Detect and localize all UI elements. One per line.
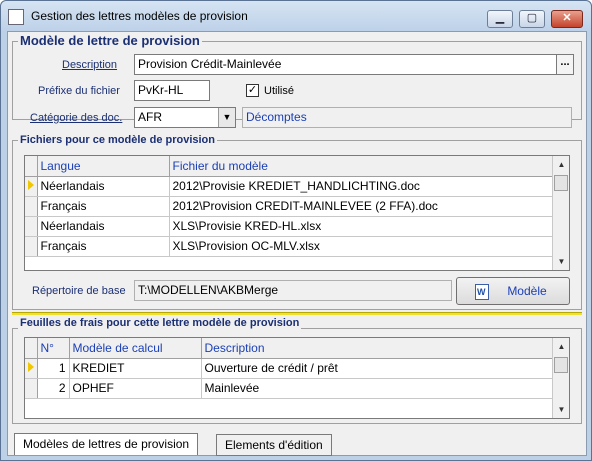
title-bar[interactable]: Gestion des lettres modèles de provision…: [1, 1, 591, 31]
scroll-thumb[interactable]: [554, 357, 568, 373]
column-header-language[interactable]: Langue: [37, 156, 170, 177]
word-document-icon: [475, 284, 489, 300]
model-button-label: Modèle: [507, 284, 547, 298]
table-row[interactable]: 1 KREDIET Ouverture de crédit / prêt: [25, 358, 553, 379]
model-button[interactable]: Modèle: [456, 277, 570, 305]
minimize-button[interactable]: ▁: [487, 10, 513, 28]
language-cell[interactable]: Français: [37, 236, 170, 257]
prefix-label: Préfixe du fichier: [38, 85, 120, 97]
base-dir-field: T:\MODELLEN\AKBMerge: [134, 280, 452, 301]
table-row[interactable]: 2 OPHEF Mainlevée: [25, 378, 553, 399]
column-header-calc-model[interactable]: Modèle de calcul: [69, 338, 202, 359]
description-cell[interactable]: Mainlevée: [201, 378, 553, 399]
window-title: Gestion des lettres modèles de provision: [31, 9, 248, 23]
prefix-field[interactable]: PvKr-HL: [134, 80, 210, 101]
description-browse-button[interactable]: ...: [556, 54, 574, 75]
divider: [12, 312, 582, 315]
description-cell[interactable]: Ouverture de crédit / prêt: [201, 358, 553, 379]
file-cell[interactable]: XLS\Provision OC-MLV.xlsx: [169, 236, 553, 257]
tab-edit-elements[interactable]: Elements d'édition: [216, 434, 332, 456]
files-scrollbar[interactable]: ▲ ▼: [552, 156, 569, 270]
scroll-up-icon[interactable]: ▲: [553, 156, 570, 173]
category-label: Catégorie des doc.: [30, 112, 123, 124]
fees-scrollbar[interactable]: ▲ ▼: [552, 338, 569, 418]
number-cell[interactable]: 1: [37, 358, 70, 379]
main-window: Gestion des lettres modèles de provision…: [0, 0, 592, 461]
scroll-up-icon[interactable]: ▲: [553, 338, 570, 355]
category-value: AFR: [138, 110, 162, 124]
close-button[interactable]: ✕: [551, 10, 583, 28]
row-indicator-icon: [28, 180, 34, 190]
file-cell[interactable]: 2012\Provisie KREDIET_HANDLICHTING.doc: [169, 176, 553, 197]
chevron-down-icon[interactable]: ▼: [218, 108, 235, 127]
client-area: Modèle de lettre de provision Descriptio…: [7, 31, 587, 456]
table-row[interactable]: Français XLS\Provision OC-MLV.xlsx: [25, 236, 553, 257]
language-cell[interactable]: Néerlandais: [37, 216, 170, 237]
language-cell[interactable]: Français: [37, 196, 170, 217]
scroll-down-icon[interactable]: ▼: [553, 401, 570, 418]
fees-grid[interactable]: N° Modèle de calcul Description 1 KREDIE…: [24, 337, 570, 419]
table-row[interactable]: Français 2012\Provision CREDIT-MAINLEVEE…: [25, 196, 553, 217]
table-row[interactable]: Néerlandais 2012\Provisie KREDIET_HANDLI…: [25, 176, 553, 197]
category-name-field: Décomptes: [242, 107, 572, 128]
number-cell[interactable]: 2: [37, 378, 70, 399]
scroll-down-icon[interactable]: ▼: [553, 253, 570, 270]
row-indicator-icon: [28, 362, 34, 372]
column-header-description[interactable]: Description: [201, 338, 553, 359]
calc-model-cell[interactable]: OPHEF: [69, 378, 202, 399]
file-cell[interactable]: XLS\Provisie KRED-HL.xlsx: [169, 216, 553, 237]
description-label: Description: [62, 59, 118, 71]
column-header-file[interactable]: Fichier du modèle: [169, 156, 553, 177]
tab-letter-models[interactable]: Modèles de lettres de provision: [14, 433, 199, 455]
files-grid[interactable]: Langue Fichier du modèle Néerlandais 201…: [24, 155, 570, 271]
maximize-button[interactable]: ▢: [519, 10, 545, 28]
app-icon: [8, 9, 24, 25]
fees-group-title: Feuilles de frais pour cette lettre modè…: [18, 317, 302, 329]
language-cell[interactable]: Néerlandais: [37, 176, 170, 197]
file-cell[interactable]: 2012\Provision CREDIT-MAINLEVEE (2 FFA).…: [169, 196, 553, 217]
model-group-title: Modèle de lettre de provision: [18, 33, 202, 48]
files-group-title: Fichiers pour ce modèle de provision: [18, 134, 217, 146]
used-label: Utilisé: [264, 85, 294, 97]
category-select[interactable]: AFR ▼: [134, 107, 236, 128]
used-checkbox[interactable]: ✓: [246, 84, 259, 97]
scroll-thumb[interactable]: [554, 175, 568, 191]
calc-model-cell[interactable]: KREDIET: [69, 358, 202, 379]
column-header-number[interactable]: N°: [37, 338, 70, 359]
description-field[interactable]: Provision Crédit-Mainlevée: [134, 54, 558, 75]
table-row[interactable]: Néerlandais XLS\Provisie KRED-HL.xlsx: [25, 216, 553, 237]
base-dir-label: Répertoire de base: [32, 285, 126, 297]
